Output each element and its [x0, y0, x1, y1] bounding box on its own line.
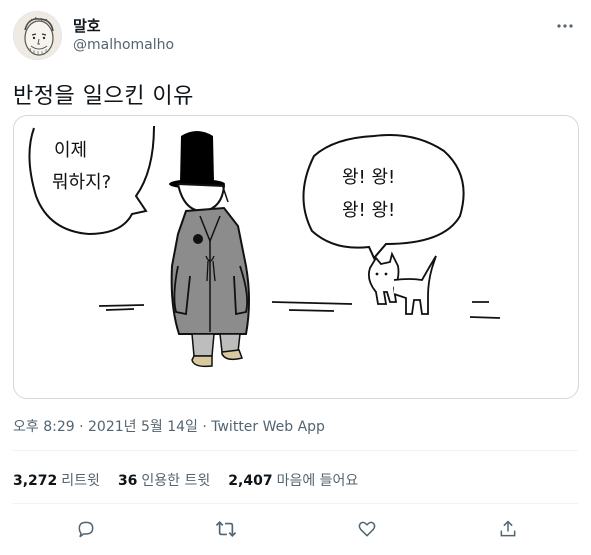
retweet-icon: [215, 521, 237, 537]
quotes-stat[interactable]: 36 인용한 트윗: [118, 470, 210, 490]
man-figure: [169, 131, 250, 368]
quotes-count: 36: [117, 473, 138, 489]
tweet-timestamp-row: 오후 8:29 · 2021년 5월 14일 · Twitter Web App: [13, 416, 325, 436]
reply-icon: [78, 521, 94, 538]
tweet-media-image[interactable]: 이제 뭐하지? 왕! 왕! 왕! 왕!: [13, 115, 579, 399]
avatar[interactable]: [13, 11, 62, 60]
timestamp-link[interactable]: 오후 8:29 · 2021년 5월 14일: [13, 419, 198, 435]
likes-stat[interactable]: 2,407 마음에 들어요: [228, 470, 358, 490]
retweets-count: 3,272: [13, 473, 58, 489]
share-button[interactable]: [493, 514, 523, 544]
retweets-stat[interactable]: 3,272 리트윗: [13, 470, 100, 490]
tweet-stats: 3,272 리트윗 36 인용한 트윗 2,407 마음에 들어요: [13, 470, 358, 490]
likes-count: 2,407: [228, 473, 273, 489]
retweets-label: 리트윗: [61, 473, 100, 489]
bubble-right-line2: 왕! 왕!: [342, 200, 395, 221]
tweet-text: 반정을 일으킨 이유: [13, 84, 194, 109]
user-handle[interactable]: @malhomalho: [73, 37, 174, 53]
bubble-right-line1: 왕! 왕!: [342, 167, 395, 188]
display-name[interactable]: 말호: [73, 15, 101, 36]
more-button[interactable]: [554, 15, 576, 37]
bubble-left-line2: 뭐하지?: [52, 172, 111, 193]
likes-label: 마음에 들어요: [276, 473, 359, 489]
tweet-actions: [13, 514, 578, 544]
source-separator: ·: [197, 419, 212, 435]
tweet-header: 말호 @malhomalho: [13, 11, 578, 61]
quotes-label: 인용한 트윗: [141, 473, 211, 489]
reply-button[interactable]: [71, 514, 101, 544]
like-button[interactable]: [352, 514, 382, 544]
heart-icon: [358, 521, 376, 537]
more-icon: [557, 24, 573, 28]
bubble-left-line1: 이제: [54, 140, 87, 161]
retweet-button[interactable]: [211, 514, 241, 544]
source-app-link[interactable]: Twitter Web App: [211, 419, 325, 435]
dog-figure: [367, 251, 437, 315]
share-icon: [500, 520, 516, 537]
divider-bottom: [13, 503, 578, 504]
divider-top: [13, 450, 578, 451]
